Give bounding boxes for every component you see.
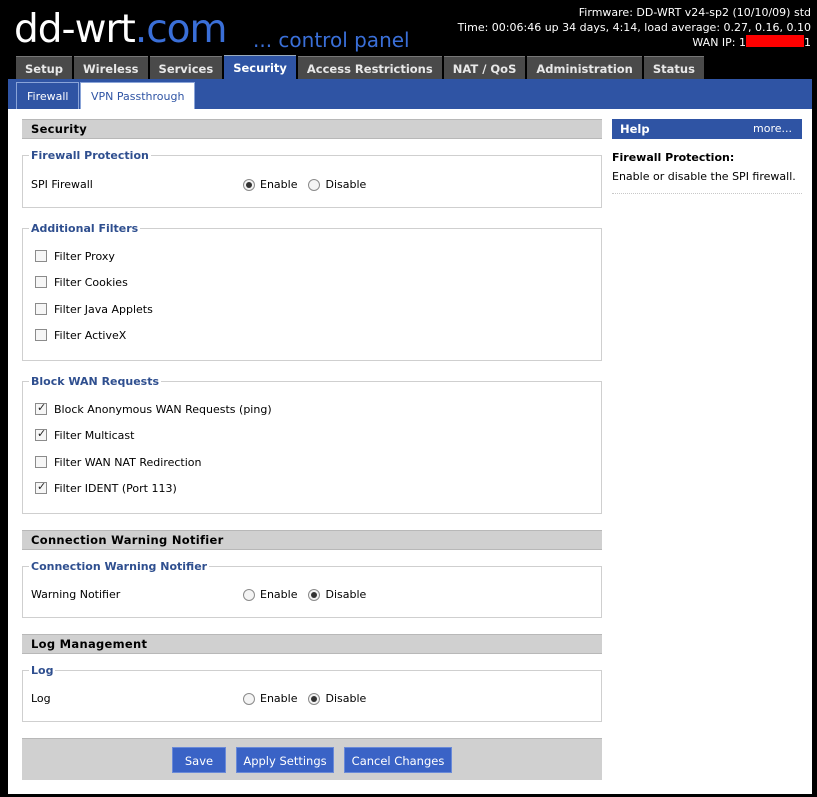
- router-info: Firmware: DD-WRT v24-sp2 (10/10/09) std …: [458, 5, 811, 50]
- tab-security[interactable]: Security: [224, 55, 296, 80]
- uptime-load: Time: 00:06:46 up 34 days, 4:14, load av…: [457, 21, 811, 34]
- help-more-link[interactable]: more...: [753, 119, 792, 139]
- main-tab-bar: Setup Wireless Services Security Access …: [16, 55, 704, 80]
- filter-proxy-checkbox[interactable]: [35, 250, 47, 262]
- filter-activex-checkbox[interactable]: [35, 329, 47, 341]
- filter-wan-nat-redirection-row: Filter WAN NAT Redirection: [35, 455, 202, 469]
- help-header: Help more...: [612, 119, 802, 139]
- spi-firewall-disable-radio[interactable]: [308, 179, 321, 191]
- spi-firewall-disable-label[interactable]: Disable: [325, 176, 366, 194]
- help-description: Enable or disable the SPI firewall.: [612, 170, 796, 183]
- section-header-security: Security: [22, 119, 602, 139]
- filter-ident-label[interactable]: Filter IDENT (Port 113): [54, 482, 177, 495]
- filter-activex-label[interactable]: Filter ActiveX: [54, 329, 126, 342]
- filter-multicast-label[interactable]: Filter Multicast: [54, 429, 134, 442]
- filter-multicast-checkbox[interactable]: [35, 427, 47, 441]
- wan-ip-end: 1: [804, 36, 811, 49]
- help-title: Help: [620, 122, 650, 136]
- wan-ip-label: WAN IP:: [692, 36, 739, 49]
- log-disable-label[interactable]: Disable: [325, 690, 366, 708]
- filter-ident-checkbox[interactable]: [35, 480, 47, 494]
- fieldset-connection-warning: Connection Warning Notifier Warning Noti…: [22, 560, 602, 618]
- tab-access-restrictions[interactable]: Access Restrictions: [297, 56, 442, 80]
- tab-status[interactable]: Status: [643, 56, 704, 80]
- warning-notifier-disable-radio[interactable]: [308, 589, 321, 601]
- help-topic: Firewall Protection:: [612, 151, 735, 164]
- warning-notifier-row: Warning Notifier Enable Disable: [31, 586, 366, 604]
- filter-multicast-row: Filter Multicast: [35, 427, 134, 442]
- legend-firewall-protection: Firewall Protection: [31, 149, 149, 162]
- fieldset-additional-filters: Additional Filters Filter Proxy Filter C…: [22, 222, 602, 361]
- log-enable-radio[interactable]: [243, 693, 255, 705]
- subtab-firewall[interactable]: Firewall: [16, 82, 80, 109]
- fieldset-firewall-protection: Firewall Protection SPI Firewall Enable …: [22, 149, 602, 208]
- firmware-version: Firmware: DD-WRT v24-sp2 (10/10/09) std: [578, 6, 811, 19]
- log-enable-label[interactable]: Enable: [260, 690, 297, 708]
- spi-firewall-label: SPI Firewall: [31, 178, 93, 191]
- legend-block-wan-requests: Block WAN Requests: [31, 375, 160, 388]
- content-area: Security Firewall Protection SPI Firewal…: [8, 109, 812, 794]
- filter-cookies-checkbox[interactable]: [35, 276, 47, 288]
- legend-connection-warning: Connection Warning Notifier: [31, 560, 208, 573]
- warning-notifier-radio-group: Enable Disable: [243, 586, 377, 604]
- filter-activex-row: Filter ActiveX: [35, 328, 126, 342]
- section-header-connection-warning: Connection Warning Notifier: [22, 530, 602, 550]
- apply-settings-button[interactable]: Apply Settings: [236, 747, 334, 773]
- filter-wan-nat-redirection-label[interactable]: Filter WAN NAT Redirection: [54, 456, 202, 469]
- spi-firewall-row: SPI Firewall Enable Disable: [31, 176, 366, 194]
- logo-dotcom: .com: [134, 7, 228, 52]
- tab-setup[interactable]: Setup: [16, 56, 72, 80]
- tab-wireless[interactable]: Wireless: [74, 56, 148, 80]
- filter-proxy-label[interactable]: Filter Proxy: [54, 250, 115, 263]
- tab-services[interactable]: Services: [149, 56, 223, 80]
- logo-subtitle: ... control panel: [253, 28, 410, 52]
- sub-tab-bar: Firewall VPN Passthrough: [8, 79, 812, 109]
- tab-nat-qos[interactable]: NAT / QoS: [443, 56, 526, 80]
- spi-firewall-enable-radio[interactable]: [243, 179, 255, 191]
- filter-wan-nat-redirection-checkbox[interactable]: [35, 456, 47, 468]
- filter-java-applets-checkbox[interactable]: [35, 303, 47, 315]
- section-header-log-management: Log Management: [22, 634, 602, 654]
- ddwrt-logo[interactable]: dd-wrt.com: [14, 7, 228, 52]
- filter-java-applets-label[interactable]: Filter Java Applets: [54, 303, 153, 316]
- warning-notifier-enable-radio[interactable]: [243, 589, 255, 601]
- tab-administration[interactable]: Administration: [527, 56, 642, 80]
- wan-ip-redaction: [746, 35, 804, 47]
- fieldset-block-wan-requests: Block WAN Requests Block Anonymous WAN R…: [22, 375, 602, 514]
- spi-firewall-radio-group: Enable Disable: [243, 176, 377, 194]
- filter-cookies-label[interactable]: Filter Cookies: [54, 276, 128, 289]
- filter-java-applets-row: Filter Java Applets: [35, 302, 153, 316]
- header: dd-wrt.com ... control panel Firmware: D…: [0, 0, 817, 80]
- button-bar: Save Apply Settings Cancel Changes: [22, 738, 602, 780]
- block-anonymous-wan-row: Block Anonymous WAN Requests (ping): [35, 401, 272, 416]
- warning-notifier-label: Warning Notifier: [31, 588, 121, 601]
- save-button[interactable]: Save: [172, 747, 226, 773]
- subtab-vpn-passthrough[interactable]: VPN Passthrough: [80, 82, 196, 109]
- logo-text: dd-wrt: [14, 7, 136, 52]
- filter-proxy-row: Filter Proxy: [35, 249, 115, 263]
- spi-firewall-enable-label[interactable]: Enable: [260, 176, 297, 194]
- warning-notifier-enable-label[interactable]: Enable: [260, 586, 297, 604]
- log-label: Log: [31, 692, 51, 705]
- block-anonymous-wan-checkbox[interactable]: [35, 401, 47, 415]
- filter-cookies-row: Filter Cookies: [35, 275, 128, 289]
- fieldset-log: Log Log Enable Disable: [22, 664, 602, 722]
- legend-log: Log: [31, 664, 54, 677]
- legend-additional-filters: Additional Filters: [31, 222, 139, 235]
- warning-notifier-disable-label[interactable]: Disable: [325, 586, 366, 604]
- help-divider: [612, 193, 802, 194]
- log-disable-radio[interactable]: [308, 693, 321, 705]
- log-row: Log Enable Disable: [31, 690, 366, 708]
- wan-ip: WAN IP: 1 1: [458, 35, 811, 50]
- wan-ip-start: 1: [739, 36, 746, 49]
- block-anonymous-wan-label[interactable]: Block Anonymous WAN Requests (ping): [54, 403, 272, 416]
- filter-ident-row: Filter IDENT (Port 113): [35, 480, 177, 495]
- cancel-changes-button[interactable]: Cancel Changes: [344, 747, 452, 773]
- log-radio-group: Enable Disable: [243, 690, 377, 708]
